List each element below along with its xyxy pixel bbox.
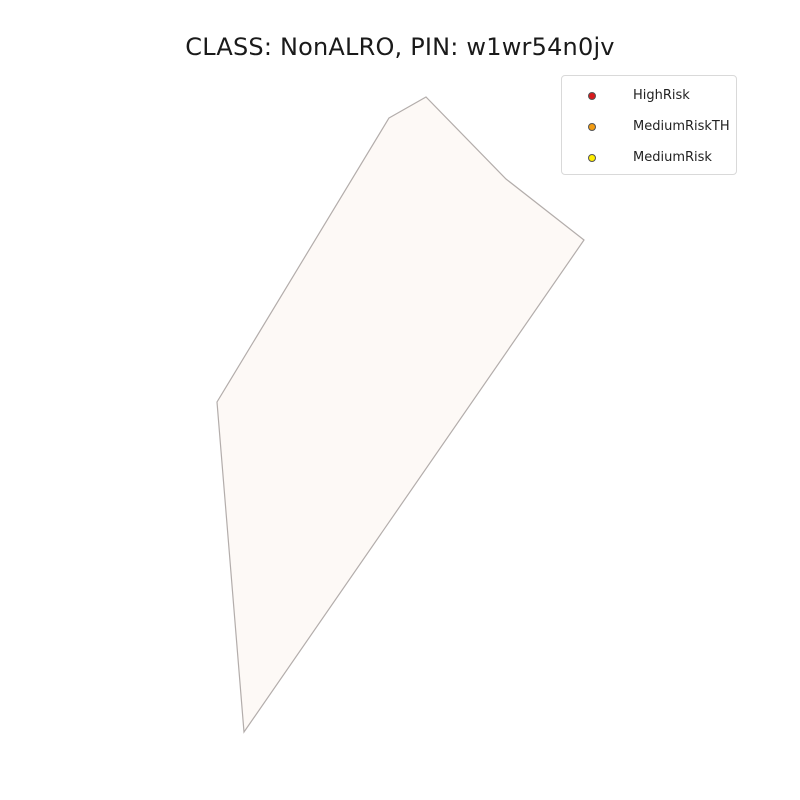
legend-item-highrisk: HighRisk — [562, 87, 738, 107]
legend-item-mediumriskth: MediumRiskTH — [562, 118, 738, 138]
legend-marker-mediumriskth — [588, 123, 596, 131]
parcel-polygon[interactable] — [216, 96, 585, 734]
legend-marker-mediumrisk — [588, 154, 596, 162]
legend-label-mediumrisk: MediumRisk — [633, 150, 712, 165]
legend: HighRisk MediumRiskTH MediumRisk — [561, 75, 737, 175]
legend-label-highrisk: HighRisk — [633, 88, 690, 103]
legend-item-mediumrisk: MediumRisk — [562, 149, 738, 169]
legend-marker-highrisk — [588, 92, 596, 100]
legend-label-mediumriskth: MediumRiskTH — [633, 119, 730, 134]
